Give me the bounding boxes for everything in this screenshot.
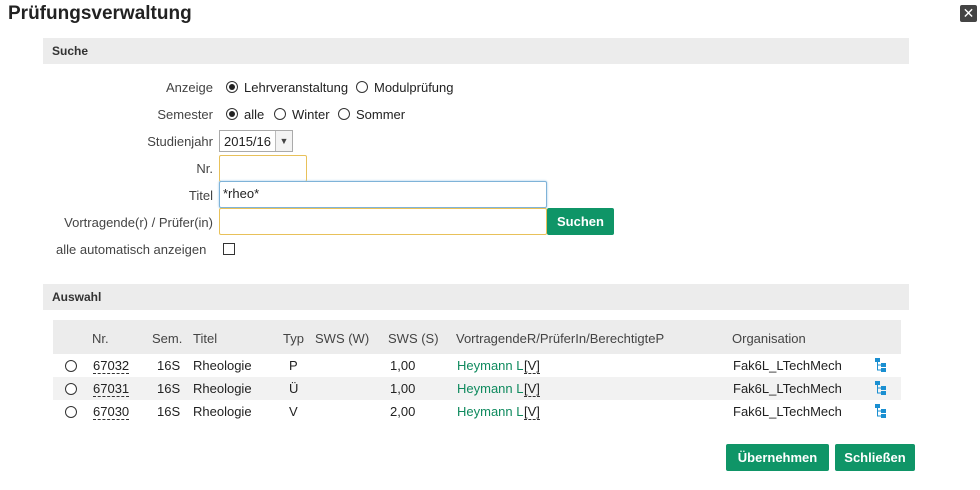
row-nr-link[interactable]: 67031 [93,381,130,397]
row-titel: Rheologie [193,404,252,419]
apply-button[interactable]: Übernehmen [726,444,829,471]
col-sws-w: SWS (W) [315,331,370,346]
radio-modulpruefung-label[interactable]: Modulprüfung [374,80,454,95]
nr-label: Nr. [196,161,213,176]
titel-label: Titel [188,188,213,203]
radio-lehrveranstaltung[interactable] [226,81,238,93]
radio-lehrveranstaltung-label[interactable]: Lehrveranstaltung [244,80,348,95]
row-titel: Rheologie [193,358,252,373]
row-person-link[interactable]: Heymann L [457,358,523,373]
org-tree-icon[interactable] [875,404,887,418]
search-section-title: Suche [52,44,89,58]
col-sem: Sem. [152,331,183,346]
row-org: Fak6L_LTechMech [733,404,842,419]
radio-modulpruefung[interactable] [356,81,368,93]
org-tree-icon[interactable] [875,381,887,395]
row-titel: Rheologie [193,381,252,396]
vortragende-label: Vortragende(r) / Prüfer(in) [64,215,213,230]
col-typ: Typ [283,331,304,346]
col-titel: Titel [193,331,218,346]
radio-sommer-label[interactable]: Sommer [356,107,405,122]
radio-winter[interactable] [274,108,286,120]
table-row: 67031 16S Rheologie Ü 1,00 Heymann L [V]… [53,377,901,400]
row-sem: 16S [157,358,181,373]
row-person-link[interactable]: Heymann L [457,381,523,396]
close-icon[interactable]: ✕ [960,5,977,22]
chevron-down-icon[interactable]: ▼ [275,131,292,151]
auto-show-label: alle automatisch anzeigen [56,242,207,257]
table-row: 67032 16S Rheologie P 1,00 Heymann L [V]… [53,354,901,377]
row-flag-link[interactable]: [V] [524,404,540,420]
row-sws-s: 1,00 [390,381,416,396]
row-sws-s: 1,00 [390,358,416,373]
row-sem: 16S [157,404,181,419]
row-nr-link[interactable]: 67032 [93,358,130,374]
nr-input[interactable] [219,155,307,182]
col-sws-s: SWS (S) [388,331,439,346]
row-select-radio[interactable] [65,383,77,395]
row-flag-link[interactable]: [V] [524,381,540,397]
row-org: Fak6L_LTechMech [733,381,842,396]
radio-winter-label[interactable]: Winter [292,107,330,122]
col-nr: Nr. [92,331,109,346]
radio-alle[interactable] [226,108,238,120]
close-button[interactable]: Schließen [835,444,915,471]
search-section-header: Suche [43,38,909,64]
selection-section-title: Auswahl [52,290,102,304]
studienjahr-select[interactable]: 2015/16 ▼ [219,130,293,152]
semester-label: Semester [157,107,213,122]
row-select-radio[interactable] [65,360,77,372]
row-sem: 16S [157,381,181,396]
anzeige-label: Anzeige [166,80,213,95]
row-select-radio[interactable] [65,406,77,418]
table-row: 67030 16S Rheologie V 2,00 Heymann L [V]… [53,400,901,423]
dialog-title: Prüfungsverwaltung [8,3,192,24]
row-person-link[interactable]: Heymann L [457,404,523,419]
col-person: VortragendeR/PrüferIn/BerechtigteP [456,331,665,346]
studienjahr-value: 2015/16 [224,134,271,149]
col-organisation: Organisation [732,331,806,346]
row-nr-link[interactable]: 67030 [93,404,130,420]
radio-sommer[interactable] [338,108,350,120]
titel-input[interactable]: *rheo* [219,181,547,208]
row-sws-s: 2,00 [390,404,416,419]
row-flag-link[interactable]: [V] [524,358,540,374]
radio-alle-label[interactable]: alle [244,107,264,122]
row-typ: Ü [289,381,299,396]
studienjahr-label: Studienjahr [147,134,213,149]
selection-section-header: Auswahl [43,284,909,310]
auto-show-checkbox[interactable] [223,243,235,255]
vortragende-input[interactable] [219,208,547,235]
row-typ: P [289,358,298,373]
row-typ: V [289,404,298,419]
search-button[interactable]: Suchen [547,208,614,235]
row-org: Fak6L_LTechMech [733,358,842,373]
org-tree-icon[interactable] [875,358,887,372]
